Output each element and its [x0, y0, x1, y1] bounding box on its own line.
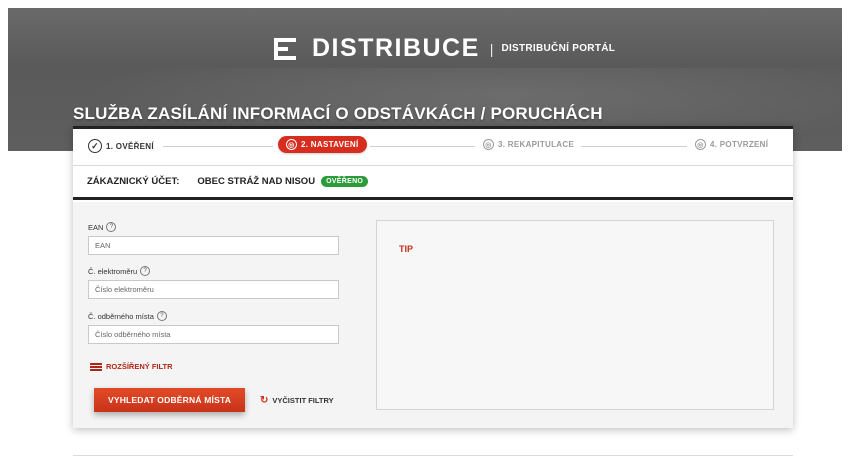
account-label: ZÁKAZNICKÝ ÚČET:: [87, 176, 180, 187]
step-connector: [163, 146, 273, 147]
step-summary: ◎ 3. REKAPITULACE: [483, 139, 574, 150]
step-confirmation: ◎ 4. POTVRZENÍ: [695, 139, 768, 150]
advanced-filter-link[interactable]: ROZŠÍŘENÝ FILTR: [90, 362, 173, 371]
cez-logo-icon: [274, 37, 296, 60]
brand-name: DISTRIBUCE: [312, 34, 480, 62]
consumption-place-input[interactable]: [88, 325, 339, 344]
help-icon[interactable]: ?: [140, 266, 151, 276]
brand-separator: |: [489, 40, 494, 57]
step-connector: [581, 146, 687, 147]
target-icon: ◎: [286, 139, 297, 150]
tip-box: TIP: [376, 220, 774, 410]
help-icon[interactable]: ?: [156, 311, 167, 321]
page-title: SLUŽBA ZASÍLÁNÍ INFORMACÍ O ODSTÁVKÁCH /…: [73, 104, 603, 123]
target-icon: ◎: [483, 139, 494, 150]
main-panel: ✓ 1. OVĚŘENÍ ◎ 2. NASTAVENÍ ◎ 3. REKAPIT…: [73, 126, 793, 428]
ean-label: EAN ?: [88, 222, 117, 232]
clear-filters-label: VYČISTIT FILTRY: [272, 396, 334, 405]
progress-steps: ✓ 1. OVĚŘENÍ ◎ 2. NASTAVENÍ ◎ 3. REKAPIT…: [73, 126, 793, 166]
refresh-icon: ↻: [260, 395, 269, 406]
customer-account-bar: ZÁKAZNICKÝ ÚČET: OBEC STRÁŽ NAD NISOU OV…: [73, 166, 793, 200]
step-label: 4. POTVRZENÍ: [710, 140, 769, 149]
meter-number-input[interactable]: [88, 280, 339, 299]
ean-label-text: EAN: [88, 222, 104, 232]
status-badge: OVĚŘENO: [321, 176, 369, 187]
tip-title: TIP: [399, 244, 414, 254]
advanced-filter-label: ROZŠÍŘENÝ FILTR: [106, 362, 173, 371]
step-label: 1. OVĚŘENÍ: [106, 141, 154, 151]
step-label: 3. REKAPITULACE: [498, 140, 575, 149]
help-icon[interactable]: ?: [106, 222, 117, 232]
search-form: EAN ? Č. elektroměru ? Č. odběrného míst…: [73, 202, 793, 428]
check-circle-icon: ✓: [88, 139, 102, 153]
ean-input[interactable]: [88, 236, 339, 255]
footer-divider: [73, 455, 793, 456]
step-settings: ◎ 2. NASTAVENÍ: [278, 136, 367, 153]
account-name: OBEC STRÁŽ NAD NISOU: [197, 176, 316, 187]
clear-filters-link[interactable]: ↻ VYČISTIT FILTRY: [260, 395, 334, 406]
step-verification: ✓ 1. OVĚŘENÍ: [88, 139, 154, 153]
search-places-button[interactable]: VYHLEDAT ODBĚRNÁ MÍSTA: [94, 388, 245, 412]
place-label: Č. odběrného místa ?: [88, 311, 167, 321]
filter-sliders-icon: [90, 362, 102, 371]
portal-name: DISTRIBUČNÍ PORTÁL: [501, 43, 616, 54]
meter-label-text: Č. elektroměru: [88, 266, 138, 276]
meter-label: Č. elektroměru ?: [88, 266, 151, 276]
target-icon: ◎: [695, 139, 706, 150]
place-label-text: Č. odběrného místa: [88, 311, 154, 321]
step-label: 2. NASTAVENÍ: [301, 140, 359, 149]
step-connector: [370, 146, 475, 147]
brand-logo[interactable]: DISTRIBUCE | DISTRIBUČNÍ PORTÁL: [274, 34, 615, 63]
